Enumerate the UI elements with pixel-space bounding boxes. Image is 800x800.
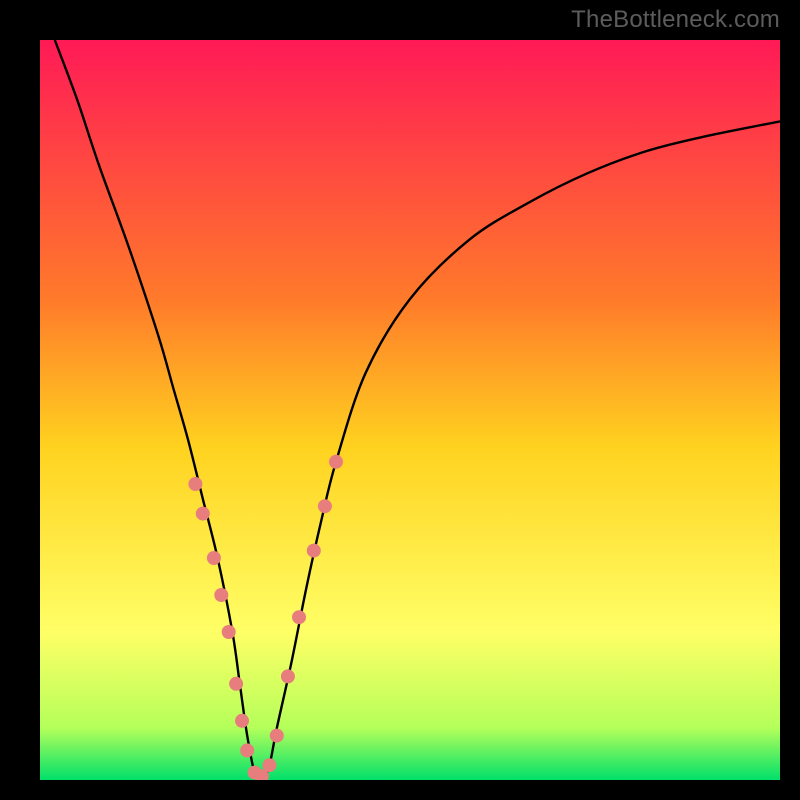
data-dot (222, 625, 236, 639)
chart-frame: TheBottleneck.com (0, 0, 800, 800)
data-dot (214, 588, 228, 602)
data-dot (188, 477, 202, 491)
data-dot (235, 714, 249, 728)
data-dot (229, 677, 243, 691)
watermark-label: TheBottleneck.com (571, 6, 780, 34)
data-dot (307, 544, 321, 558)
data-dot (281, 669, 295, 683)
curve-layer (40, 40, 780, 780)
data-dot (196, 507, 210, 521)
data-dot (318, 499, 332, 513)
data-dot (207, 551, 221, 565)
data-dot (329, 455, 343, 469)
data-dot (240, 743, 254, 757)
bottleneck-curve (55, 40, 780, 780)
plot-area (40, 40, 780, 780)
data-dot (262, 758, 276, 772)
data-dot (270, 729, 284, 743)
data-dots-group (188, 455, 343, 780)
data-dot (292, 610, 306, 624)
